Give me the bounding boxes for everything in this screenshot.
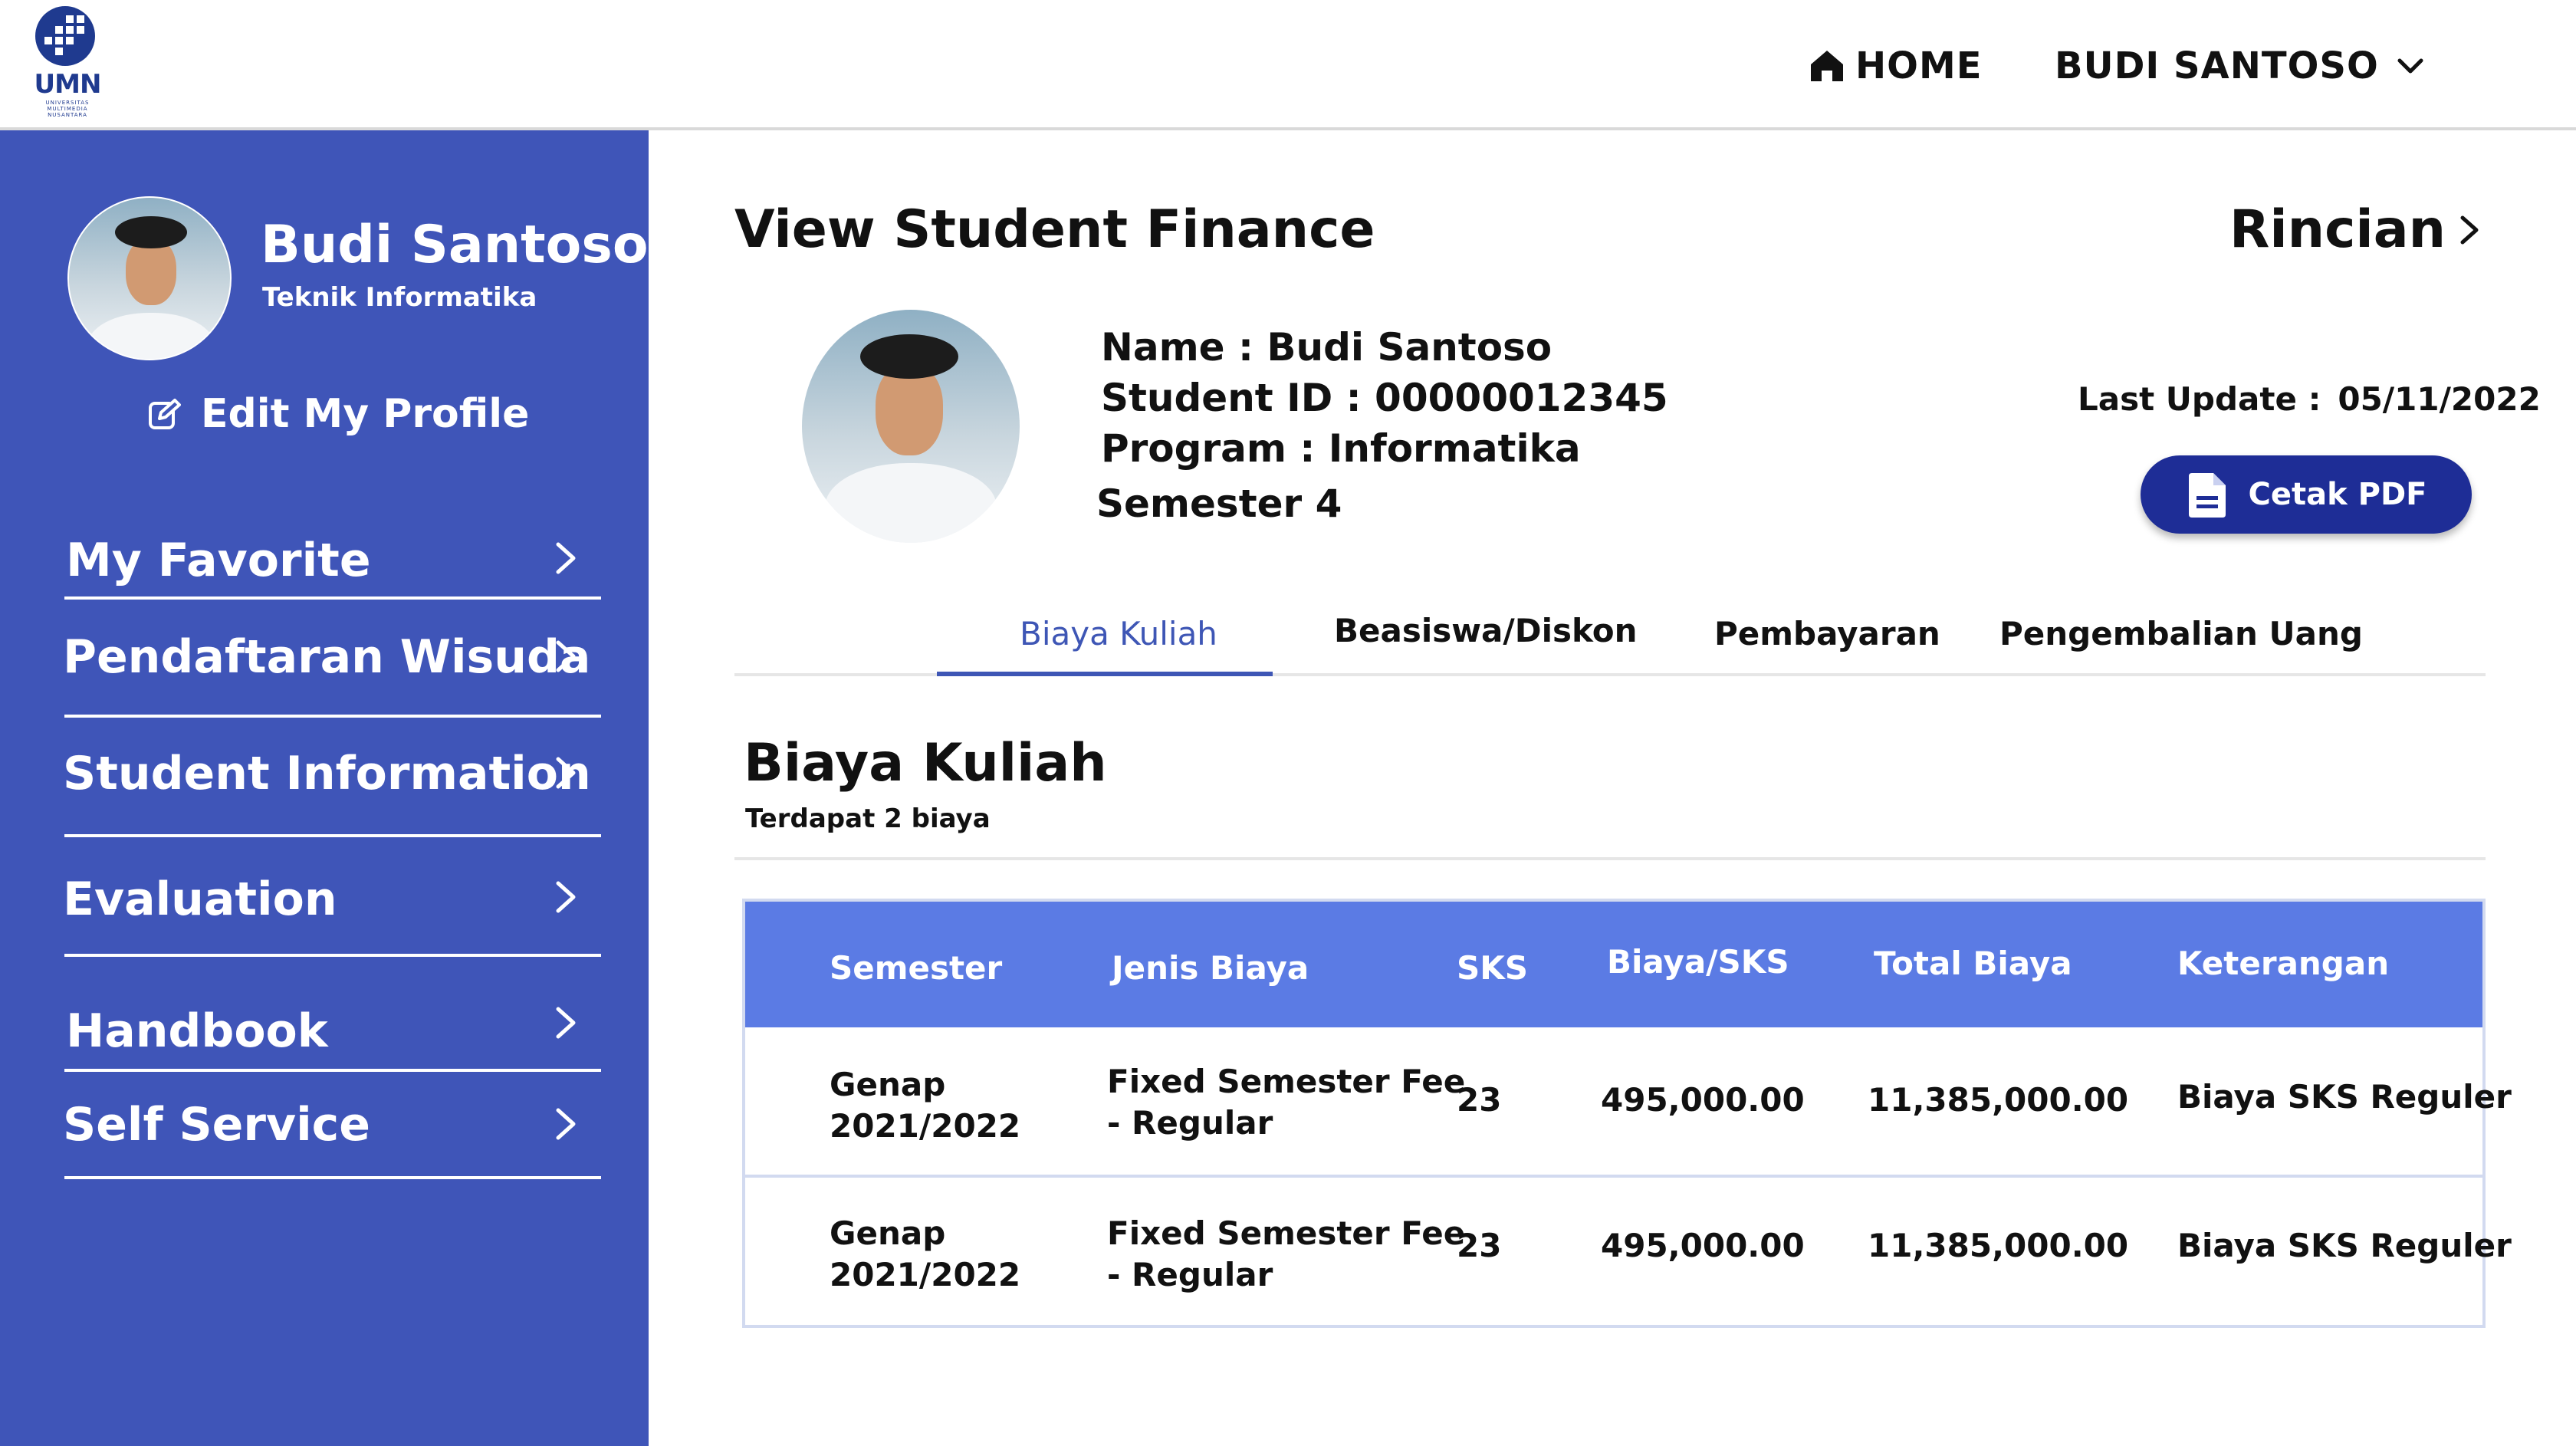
last-update: Last Update : 05/11/2022 bbox=[2078, 380, 2541, 418]
cell-sks: 23 bbox=[1457, 1081, 1502, 1119]
cell-total-biaya: 11,385,000.00 bbox=[1868, 1081, 2129, 1119]
sidebar-profile-program: Teknik Informatika bbox=[262, 282, 537, 313]
sidebar-avatar bbox=[67, 196, 232, 360]
cell-jenis-biaya: Fixed Semester Fee - Regular bbox=[1107, 1063, 1466, 1142]
sidebar-item-label: Student Information bbox=[63, 747, 591, 800]
chevron-right-icon bbox=[556, 757, 576, 789]
tab-beasiswa-diskon[interactable]: Beasiswa/Diskon bbox=[1334, 612, 1638, 649]
sidebar-item-evaluation[interactable]: Evaluation bbox=[63, 837, 601, 957]
sidebar-item-label: Handbook bbox=[66, 1004, 328, 1058]
cell-biaya-sks: 495,000.00 bbox=[1601, 1081, 1805, 1119]
sidebar-item-handbook[interactable]: Handbook bbox=[64, 957, 601, 1072]
table-row: Genap 2021/2022 Fixed Semester Fee - Reg… bbox=[745, 1027, 2512, 1178]
column-header-total-biaya: Total Biaya bbox=[1874, 945, 2072, 982]
edit-profile-link[interactable]: Edit My Profile bbox=[147, 391, 529, 437]
logo-text: UMN bbox=[34, 69, 102, 100]
chevron-right-icon bbox=[556, 1007, 576, 1039]
sidebar-item-student-information[interactable]: Student Information bbox=[63, 718, 601, 837]
last-update-label: Last Update : bbox=[2078, 380, 2321, 418]
student-name: Name : Budi Santoso bbox=[1101, 325, 1552, 370]
sidebar-item-label: Evaluation bbox=[63, 873, 337, 926]
cell-semester: Genap 2021/2022 bbox=[830, 1214, 1021, 1293]
section-divider bbox=[734, 857, 2486, 860]
cell-semester: Genap 2021/2022 bbox=[830, 1066, 1021, 1145]
chevron-right-icon bbox=[2460, 215, 2479, 244]
home-label: HOME bbox=[1855, 44, 1983, 87]
chevron-down-icon bbox=[2397, 58, 2423, 74]
cell-keterangan: Biaya SKS Reguler bbox=[2177, 1078, 2512, 1116]
tab-pengembalian-uang[interactable]: Pengembalian Uang bbox=[1999, 615, 2363, 652]
student-semester: Semester 4 bbox=[1096, 481, 1342, 526]
last-update-date: 05/11/2022 bbox=[2338, 380, 2541, 418]
cell-keterangan: Biaya SKS Reguler bbox=[2177, 1227, 2512, 1264]
student-program: Program : Informatika bbox=[1101, 426, 1581, 471]
cell-sks: 23 bbox=[1457, 1227, 1502, 1264]
cetak-pdf-button[interactable]: Cetak PDF bbox=[2141, 455, 2472, 534]
table-row: Genap 2021/2022 Fixed Semester Fee - Reg… bbox=[745, 1181, 2512, 1331]
section-title: Biaya Kuliah bbox=[744, 733, 1107, 794]
tab-pembayaran[interactable]: Pembayaran bbox=[1714, 615, 1940, 652]
cell-jenis-biaya: Fixed Semester Fee - Regular bbox=[1107, 1214, 1466, 1293]
chevron-right-icon bbox=[556, 542, 576, 574]
chevron-right-icon bbox=[556, 640, 576, 672]
column-header-keterangan: Keterangan bbox=[2177, 945, 2390, 982]
rincian-label: Rincian bbox=[2229, 199, 2446, 260]
cell-total-biaya: 11,385,000.00 bbox=[1868, 1227, 2129, 1264]
top-bar: UMN UNIVERSITAS MULTIMEDIA NUSANTARA HOM… bbox=[0, 0, 2576, 130]
sidebar-profile-name: Budi Santoso bbox=[261, 215, 649, 275]
logo-mark bbox=[35, 6, 95, 66]
chevron-right-icon bbox=[556, 881, 576, 913]
table-header: Semester Jenis Biaya SKS Biaya/SKS Total… bbox=[745, 902, 2482, 1027]
section-subtitle: Terdapat 2 biaya bbox=[745, 804, 991, 834]
chevron-right-icon bbox=[556, 1108, 576, 1140]
sidebar-item-label: Self Service bbox=[63, 1098, 370, 1152]
column-header-jenis-biaya: Jenis Biaya bbox=[1112, 949, 1309, 987]
sidebar-item-label: Pendaftaran Wisuda bbox=[63, 630, 591, 684]
home-link[interactable]: HOME bbox=[1809, 43, 1983, 89]
cell-biaya-sks: 495,000.00 bbox=[1601, 1227, 1805, 1264]
fees-table: Semester Jenis Biaya SKS Biaya/SKS Total… bbox=[742, 899, 2512, 1331]
document-icon bbox=[2188, 473, 2226, 518]
student-id: Student ID : 00000012345 bbox=[1101, 376, 1668, 420]
page-title: View Student Finance bbox=[734, 199, 1375, 260]
sidebar-item-my-favorite[interactable]: My Favorite bbox=[64, 523, 601, 600]
user-menu[interactable]: BUDI SANTOSO bbox=[2055, 43, 2423, 89]
edit-icon bbox=[149, 399, 181, 429]
student-photo bbox=[802, 310, 1020, 543]
sidebar: Budi Santoso Teknik Informatika Edit My … bbox=[0, 130, 649, 1446]
column-header-sks: SKS bbox=[1457, 949, 1529, 987]
column-header-semester: Semester bbox=[830, 949, 1003, 987]
logo-subtitle: UNIVERSITAS MULTIMEDIA NUSANTARA bbox=[45, 100, 90, 118]
sidebar-item-self-service[interactable]: Self Service bbox=[63, 1072, 601, 1179]
sidebar-item-pendaftaran-wisuda[interactable]: Pendaftaran Wisuda bbox=[63, 600, 601, 718]
user-menu-label: BUDI SANTOSO bbox=[2055, 44, 2379, 87]
sidebar-item-label: My Favorite bbox=[66, 534, 371, 587]
cetak-pdf-label: Cetak PDF bbox=[2248, 477, 2427, 512]
edit-profile-label: Edit My Profile bbox=[201, 391, 530, 437]
umn-logo[interactable]: UMN UNIVERSITAS MULTIMEDIA NUSANTARA bbox=[31, 6, 104, 118]
home-icon bbox=[1811, 51, 1843, 81]
column-header-biaya-sks: Biaya/SKS bbox=[1607, 943, 1789, 981]
rincian-link[interactable]: Rincian bbox=[2229, 199, 2481, 260]
active-tab-indicator bbox=[937, 672, 1273, 676]
tab-biaya-kuliah[interactable]: Biaya Kuliah bbox=[1020, 615, 1217, 652]
